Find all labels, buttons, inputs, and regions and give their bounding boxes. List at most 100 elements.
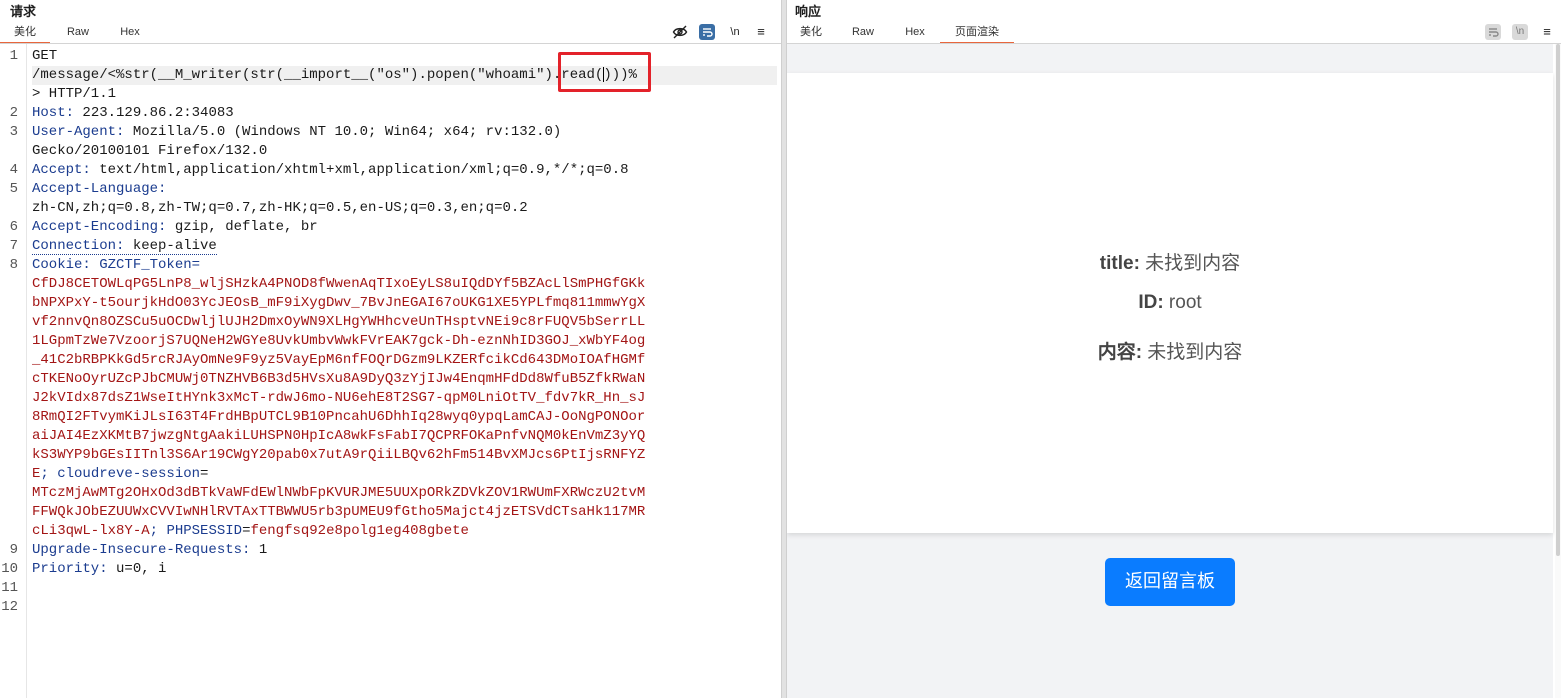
header-accept-language: Accept-Language: — [32, 180, 777, 199]
newline-toggle[interactable]: \n — [1512, 24, 1528, 40]
tab-raw[interactable]: Raw — [56, 24, 100, 44]
header-name: Accept-Encoding: — [32, 219, 167, 235]
cookie-value-line: _41C2bRBPKkGd5rcRJAyOmNe9F9yz5VayEpM6nfF… — [32, 352, 646, 368]
line-number: 8 — [9, 257, 18, 273]
line-number: 2 — [9, 105, 18, 121]
cookie-value-line: vf2nnvQn8OZSCu5uOCDwljlUJH2DmxOyWN9XLHgY… — [32, 314, 646, 330]
cookie-value-line: 1LGpmTzWe7VzoorjS7UQNeH2WGYe8UvkUmbvWwkF… — [32, 333, 646, 349]
header-accept-language-value: zh-CN,zh;q=0.8,zh-TW;q=0.7,zh-HK;q=0.5,e… — [32, 200, 528, 216]
content-line: 内容: 未找到内容 — [787, 337, 1553, 364]
cookie-key: PHPSESSID — [166, 523, 243, 539]
tab-hex[interactable]: Hex — [893, 24, 937, 44]
line-number: 12 — [1, 599, 18, 615]
eye-off-icon[interactable] — [672, 24, 688, 40]
id-line: ID: root — [787, 292, 1553, 314]
header-user-agent: User-Agent: Mozilla/5.0 (Windows NT 10.0… — [32, 123, 777, 142]
tab-hex[interactable]: Hex — [108, 24, 152, 44]
header-host: Host: 223.129.86.2:34083 — [32, 104, 777, 123]
title-line: title: 未找到内容 — [787, 248, 1553, 275]
wrap-icon[interactable] — [1485, 24, 1501, 40]
content-card: title: 未找到内容 ID: root 内容: 未找到内容 — [787, 73, 1553, 533]
menu-icon[interactable]: ≡ — [1539, 24, 1555, 40]
header-value: u=0, i — [107, 561, 167, 577]
cookie-value-line: kS3WYP9bGEsIITnl3S6Ar19CWgY20pab0x7utA9r… — [32, 447, 646, 463]
newline-toggle[interactable]: \n — [727, 24, 743, 40]
header-value: keep-alive — [124, 238, 217, 254]
cookie-value-line: FFWQkJObEZUUWxCVVIwNHlRVTAxTTBWWU5rb3pUM… — [32, 504, 646, 520]
menu-icon[interactable]: ≡ — [753, 24, 769, 40]
header-name: Host: — [32, 105, 75, 121]
line-number: 5 — [9, 181, 18, 197]
header-value: 223.129.86.2:34083 — [74, 105, 234, 121]
tab-raw[interactable]: Raw — [841, 24, 885, 44]
content-value: 未找到内容 — [1142, 342, 1243, 363]
header-value: Mozilla/5.0 (Windows NT 10.0; Win64; x64… — [124, 124, 562, 140]
response-panel-title: 响应 — [795, 4, 822, 19]
cookie-value-line: bNPXPxY-t5ourjkHdO03YcJEOsB_mF9iXygDwv_7… — [32, 295, 646, 311]
request-path-line: /message/<%str(__M_writer(str(__import__… — [32, 66, 777, 85]
back-to-board-button[interactable]: 返回留言板 — [1105, 558, 1235, 606]
header-accept-encoding: Accept-Encoding: gzip, deflate, br — [32, 218, 777, 237]
content-label: 内容: — [1097, 342, 1143, 363]
request-protocol-line: > HTTP/1.1 — [32, 86, 117, 102]
scroll-thumb[interactable] — [1556, 44, 1560, 556]
cookie-value: fengfsq92e8polg1eg408gbete — [250, 523, 469, 539]
cookie-value-line: MTczMjAwMTg2OHxOd3dBTkVaWFdEWlNWbFpKVURJ… — [32, 485, 646, 501]
line-number: 10 — [1, 561, 18, 577]
title-value: 未找到内容 — [1139, 253, 1241, 274]
cookie-value-line: 8RmQI2FTvymKiJLsI63T4FrdHBpUTCL9B10Pncah… — [32, 409, 646, 425]
tab-pretty[interactable]: 美化 — [0, 24, 50, 44]
path-suffix-b: )))% — [603, 67, 637, 83]
request-panel-title: 请求 — [10, 4, 37, 19]
line-number: 3 — [9, 124, 18, 140]
rendered-page: title: 未找到内容 ID: root 内容: 未找到内容 返回留言板 — [787, 44, 1553, 698]
header-value: gzip, deflate, br — [166, 219, 318, 235]
cookie-value: cLi3qwL-lx8Y-A — [32, 523, 150, 539]
header-name: Upgrade-Insecure-Requests: — [32, 542, 251, 558]
cookie-value-line: J2kVIdx87dsZ1WseItHYnk3xMcT-rdwJ6mo-NU6e… — [32, 390, 646, 406]
id-value: root — [1163, 292, 1202, 313]
cookie-separator: ; — [40, 466, 58, 482]
header-name: Connection: keep-alive — [32, 238, 217, 255]
cookie-key: GZCTF_Token= — [90, 257, 201, 273]
cookie-value-line: cLi3qwL-lx8Y-A; PHPSESSID=fengfsq92e8pol… — [32, 522, 777, 541]
line-number: 6 — [9, 219, 18, 235]
cookie-value-line: cTKENoOyrUZcPJbCMUWj0TNZHVB6B3d5HVsXu8A9… — [32, 371, 646, 387]
tab-render[interactable]: 页面渲染 — [940, 24, 1014, 44]
path-suffix-a: ).read( — [544, 67, 604, 83]
header-user-agent-cont: Gecko/20100101 Firefox/132.0 — [32, 143, 268, 159]
wrap-icon[interactable] — [699, 24, 715, 40]
header-cookie: Cookie: GZCTF_Token= — [32, 256, 777, 275]
title-label: title: — [1099, 253, 1140, 274]
header-name: Priority: — [32, 561, 108, 577]
cookie-separator: ; — [149, 523, 167, 539]
path-prefix: /message/<%str(__M_writer(str(__import__… — [32, 67, 478, 83]
header-connection: Connection: keep-alive — [32, 237, 777, 256]
line-number: 4 — [9, 162, 18, 178]
line-number: 11 — [1, 580, 18, 596]
cookie-equals: = — [200, 466, 209, 482]
cookie-value-line: CfDJ8CETOWLqPG5LnP8_wljSHzkA4PNOD8fWwenA… — [32, 276, 646, 292]
cookie-key: cloudreve-session — [57, 466, 201, 482]
response-scrollbar[interactable] — [1555, 44, 1561, 698]
header-name: Accept: — [32, 162, 91, 178]
header-accept: Accept: text/html,application/xhtml+xml,… — [32, 161, 777, 180]
line-number: 7 — [9, 238, 18, 254]
header-name: Accept-Language: — [32, 181, 167, 197]
line-number: 9 — [9, 542, 18, 558]
header-upgrade-insecure: Upgrade-Insecure-Requests: 1 — [32, 541, 777, 560]
tab-pretty[interactable]: 美化 — [787, 24, 835, 44]
cookie-value-line: aiJAI4EzXKMtB7jwzgNtgAakiLUHSPN0HpIcA8wk… — [32, 428, 646, 444]
header-value: 1 — [250, 542, 268, 558]
response-panel: 响应 美化 Raw Hex 页面渲染 \n ≡ title: 未找到内容 ID:… — [787, 0, 1561, 698]
header-name: Cookie: — [32, 257, 91, 273]
request-editor[interactable]: GET /message/<%str(__M_writer(str(__impo… — [32, 47, 777, 579]
cookie-value-line: E; cloudreve-session= — [32, 465, 777, 484]
header-value: text/html,application/xhtml+xml,applicat… — [90, 162, 629, 178]
line-number-gutter: 1 2 3 4 5 6 7 8 9 10 11 12 — [0, 44, 27, 698]
payload-command: "whoami" — [477, 67, 545, 83]
request-method-line: GET — [32, 48, 58, 64]
line-number: 1 — [9, 48, 18, 64]
id-label: ID: — [1138, 292, 1164, 313]
header-name: User-Agent: — [32, 124, 125, 140]
